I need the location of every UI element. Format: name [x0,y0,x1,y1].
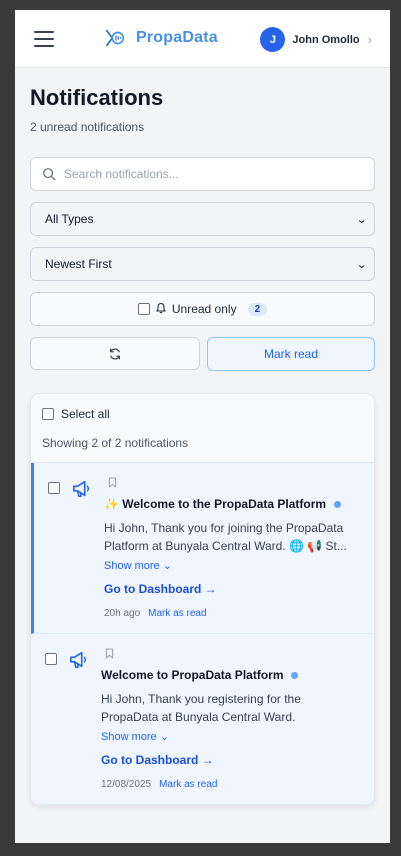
main-content: Notifications 2 unread notifications All… [15,85,390,806]
page-title: Notifications [30,85,164,110]
brand-name: PropaData [136,29,218,46]
unread-only-toggle[interactable]: Unread only 2 [30,292,375,326]
brand-megaphone-icon [105,29,125,47]
avatar: J [260,27,286,52]
notification-item[interactable]: ✨ Welcome to the PropaData Platform Hi J… [31,463,374,634]
unread-dot [291,671,299,679]
refresh-button[interactable] [30,337,200,370]
refresh-icon [110,348,120,359]
notification-title: Welcome to PropaData Platform [101,668,360,682]
chevron-down-icon: ⌄ [355,213,367,226]
type-select[interactable]: All Types ⌄ [30,202,375,236]
megaphone-icon [70,651,87,668]
unread-dot [334,500,342,508]
notification-time: 20h ago [104,608,141,619]
search-icon [43,168,56,181]
unread-only-checkbox[interactable] [137,303,150,315]
bookmark-icon[interactable] [108,477,360,491]
bookmark-icon[interactable] [105,648,360,662]
notification-list: Select all Showing 2 of 2 notifications … [30,393,375,806]
type-select-value: All Types [45,212,94,226]
notification-meta: 12/08/2025 Mark as read [101,779,360,790]
notification-title: ✨ Welcome to the PropaData Platform [104,497,360,511]
app-frame: PropaData J John Omollo › Notifications … [15,10,390,843]
unread-summary: 2 unread notifications [30,120,145,134]
notification-item[interactable]: Welcome to PropaData Platform Hi John, T… [31,634,374,805]
notification-body: Hi John, Thank you for joining the Propa… [104,521,347,553]
select-all-checkbox[interactable] [42,408,54,420]
sort-select-value: Newest First [45,257,112,271]
bell-icon [155,302,167,317]
megaphone-icon [73,480,90,497]
top-bar: PropaData J John Omollo › [15,10,390,68]
unread-count-badge: 2 [247,302,268,316]
user-name: John Omollo [292,33,360,46]
notification-checkbox[interactable] [45,653,57,665]
mark-read-button[interactable]: Mark read [207,337,375,371]
chevron-down-icon: ⌄ [355,258,367,271]
mark-as-read-link[interactable]: Mark as read [148,608,206,619]
search-box [30,157,375,191]
notification-meta: 20h ago Mark as read [104,608,360,619]
sort-select[interactable]: Newest First ⌄ [30,247,375,281]
action-row: Mark read [30,337,375,371]
brand-logo[interactable]: PropaData [104,27,218,49]
unread-only-label: Unread only [171,302,237,316]
notification-body: Hi John, Thank you registering for the P… [101,692,301,724]
go-to-dashboard-link[interactable]: Go to Dashboard → [101,753,360,767]
search-input[interactable] [64,167,354,181]
select-all-label: Select all [61,407,110,421]
mark-as-read-link[interactable]: Mark as read [159,779,217,790]
chevron-right-icon: › [367,32,372,47]
show-more-link[interactable]: Show more ⌄ [101,730,169,743]
user-menu[interactable]: J John Omollo › [260,27,372,52]
menu-icon[interactable] [34,30,54,47]
select-all[interactable]: Select all [42,407,363,421]
notification-checkbox[interactable] [48,482,60,494]
show-more-link[interactable]: Show more ⌄ [104,559,172,572]
go-to-dashboard-link[interactable]: Go to Dashboard → [104,582,360,596]
notification-title-text: ✨ Welcome to the PropaData Platform [104,497,327,511]
notification-title-text: Welcome to PropaData Platform [101,668,284,682]
notification-time: 12/08/2025 [101,779,152,790]
list-header: Select all Showing 2 of 2 notifications [31,394,374,463]
showing-count: Showing 2 of 2 notifications [42,436,189,450]
